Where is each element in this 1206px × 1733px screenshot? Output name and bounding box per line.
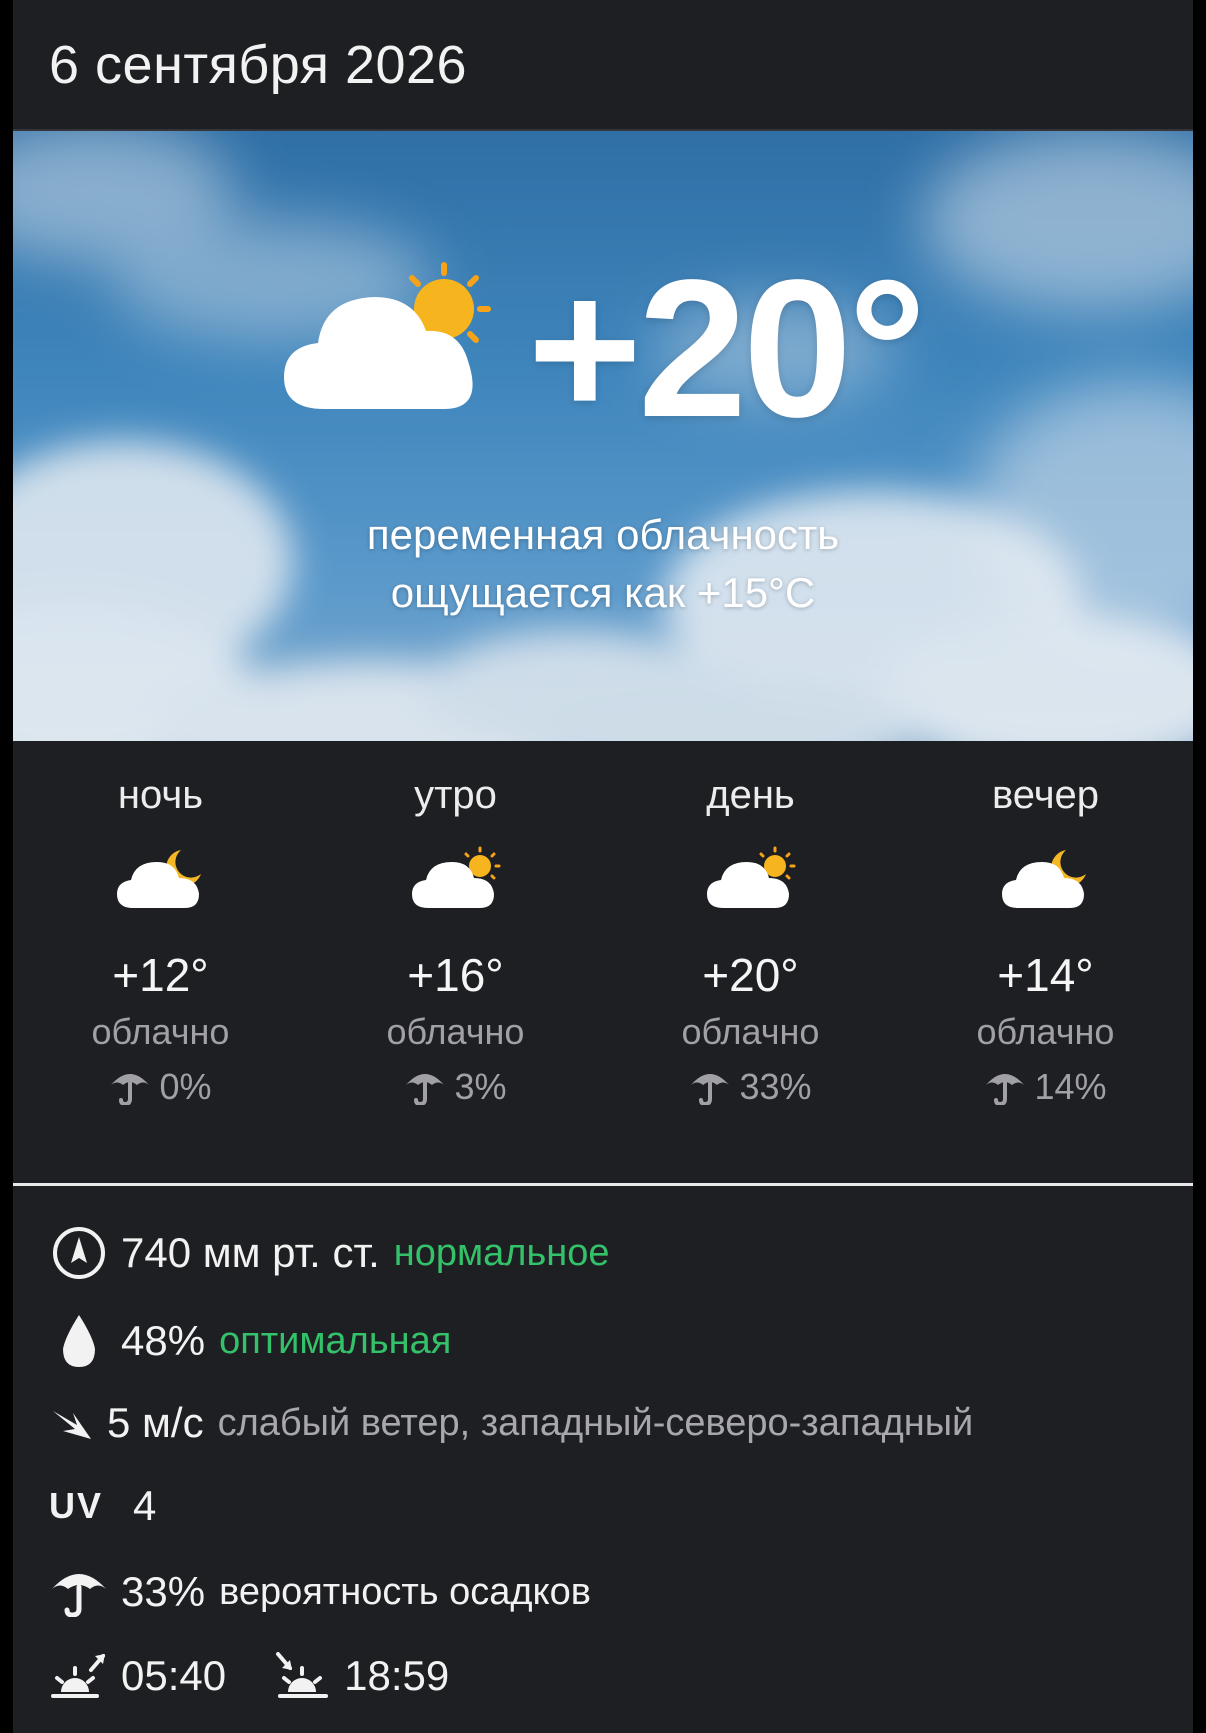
cloud-moon-icon	[116, 850, 201, 908]
humidity-row: 48% оптимальная	[49, 1313, 451, 1369]
uv-value: 4	[133, 1482, 157, 1529]
period-temperature: +16°	[407, 949, 504, 1001]
period-condition: облачно	[681, 1011, 820, 1052]
period-precipitation: 0%	[13, 1066, 308, 1108]
precipitation-row: 33% вероятность осадков	[49, 1567, 591, 1617]
cloud-moon-icon	[1001, 850, 1086, 908]
period-day[interactable]: день +20° облачно 33%	[603, 741, 898, 1181]
wind-description: слабый ветер, западный-северо-западный	[217, 1401, 974, 1444]
current-temperature: +20°	[527, 239, 927, 458]
period-name: ночь	[117, 773, 204, 817]
period-night[interactable]: ночь +12° облачно 0%	[13, 741, 308, 1181]
precipitation-value: 33%	[121, 1568, 206, 1615]
cloud-sun-icon	[706, 846, 795, 908]
sunset-time: 18:59	[344, 1652, 450, 1699]
wind-speed: 5 м/с	[107, 1399, 204, 1446]
droplet-icon	[49, 1313, 109, 1369]
period-temperature: +20°	[702, 949, 799, 1001]
umbrella-icon	[691, 1074, 730, 1105]
period-name: утро	[414, 773, 497, 817]
umbrella-icon	[986, 1074, 1025, 1105]
wind-arrow-icon	[49, 1403, 97, 1443]
cloud-sun-icon	[411, 846, 500, 908]
sunrise-icon	[49, 1652, 109, 1700]
period-precip-value: 0%	[159, 1066, 212, 1107]
period-temperature: +12°	[112, 949, 209, 1001]
precipitation-description: вероятность осадков	[219, 1570, 591, 1613]
period-precipitation: 33%	[603, 1066, 898, 1108]
period-precipitation: 14%	[898, 1066, 1193, 1108]
wind-row: 5 м/с слабый ветер, западный-северо-запа…	[49, 1399, 973, 1447]
pressure-status: нормальное	[393, 1231, 610, 1274]
day-periods: ночь +12° облачно 0% утро +16° облачно 3…	[13, 741, 1193, 1181]
cloud-sun-icon	[283, 262, 491, 409]
period-morning[interactable]: утро +16° облачно 3%	[308, 741, 603, 1181]
period-condition: облачно	[976, 1011, 1115, 1052]
uv-label: UV	[49, 1485, 104, 1526]
section-divider	[13, 1183, 1193, 1186]
period-name: вечер	[991, 773, 1100, 817]
humidity-status: оптимальная	[219, 1319, 452, 1362]
period-temperature: +14°	[997, 949, 1094, 1001]
umbrella-icon	[406, 1074, 445, 1105]
period-evening[interactable]: вечер +14° облачно 14%	[898, 741, 1193, 1181]
current-condition: переменная облачность	[366, 511, 840, 558]
header: 6 сентября 2026	[13, 0, 1193, 131]
uv-row: UV 4	[49, 1482, 156, 1530]
compass-icon	[49, 1225, 109, 1281]
humidity-value: 48%	[121, 1317, 206, 1364]
period-condition: облачно	[386, 1011, 525, 1052]
period-precip-value: 33%	[739, 1066, 812, 1107]
period-precip-value: 3%	[454, 1066, 507, 1107]
period-precip-value: 14%	[1034, 1066, 1107, 1107]
pressure-row: 740 мм рт. ст. нормальное	[49, 1225, 610, 1281]
sunrise-time: 05:40	[121, 1652, 227, 1699]
umbrella-icon	[111, 1074, 150, 1105]
period-precipitation: 3%	[308, 1066, 603, 1108]
period-name: день	[706, 773, 795, 817]
umbrella-icon	[49, 1567, 109, 1617]
sun-times-row: 05:40 18:59	[49, 1652, 449, 1700]
pressure-value: 740 мм рт. ст.	[121, 1229, 380, 1276]
current-temperature-row: +20°	[13, 251, 1193, 447]
period-condition: облачно	[91, 1011, 230, 1052]
sunset-icon	[272, 1652, 332, 1700]
feels-like: ощущается как +15°C	[390, 569, 816, 616]
weather-card: 6 сентября 2026 +20° переменная облачнос…	[13, 0, 1193, 1733]
current-weather-hero: +20° переменная облачность ощущается как…	[13, 131, 1193, 741]
date-title: 6 сентября 2026	[49, 34, 468, 95]
